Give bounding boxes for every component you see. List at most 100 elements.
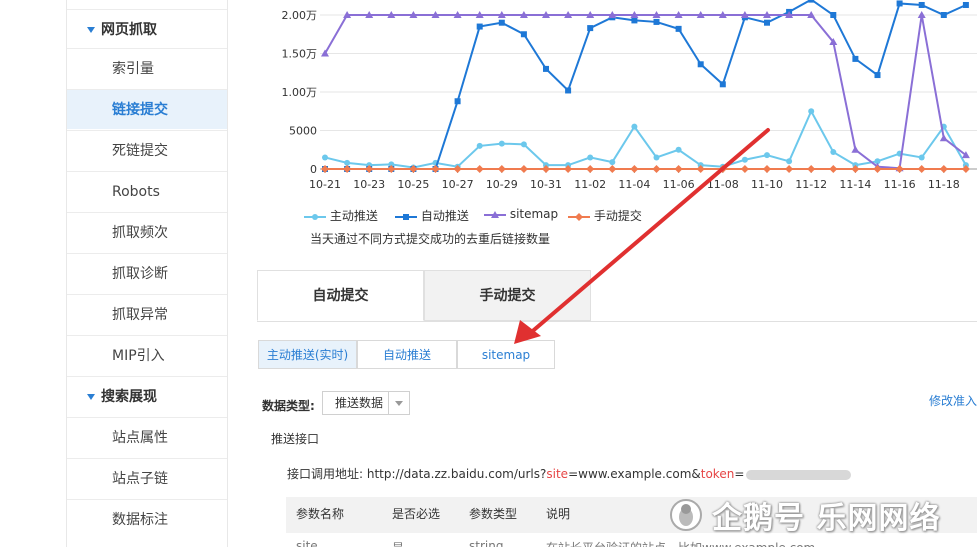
cell-param-name: site xyxy=(296,539,318,547)
legend-symbol xyxy=(484,210,506,218)
data-point xyxy=(675,146,682,153)
legend-item[interactable]: sitemap xyxy=(484,207,558,221)
data-point xyxy=(785,165,794,173)
data-point xyxy=(520,141,527,148)
data-point xyxy=(786,158,793,165)
sidebar-item[interactable]: 抓取诊断 xyxy=(67,253,227,293)
sidebar-item[interactable]: 数据标注 xyxy=(67,499,227,539)
data-point xyxy=(586,165,595,173)
data-point xyxy=(675,25,682,32)
legend-symbol xyxy=(395,213,417,220)
sidebar-item[interactable]: 死链提交 xyxy=(67,130,227,170)
x-tick-label: 11-06 xyxy=(663,178,695,191)
sidebar-item[interactable]: 站点子链 xyxy=(67,458,227,498)
data-type-value: 推送数据 xyxy=(335,396,384,410)
data-point xyxy=(940,12,947,18)
data-point xyxy=(476,23,483,30)
data-point xyxy=(852,55,859,62)
data-point xyxy=(874,72,881,79)
tab-auto-submit[interactable]: 自动提交 xyxy=(257,270,424,321)
data-point xyxy=(476,142,483,149)
caret-down-icon xyxy=(87,394,95,400)
chevron-down-icon xyxy=(388,392,409,414)
data-point xyxy=(763,165,771,173)
sidebar: 网页抓取索引量链接提交死链提交 Robots 抓取频次 抓取诊断抓取异常 MIP引入搜索… xyxy=(66,0,228,547)
legend-item[interactable]: 手动提交 xyxy=(568,207,642,224)
subtab-sitemap[interactable]: sitemap xyxy=(457,340,555,369)
legend-item[interactable]: 自动推送 xyxy=(395,207,469,224)
sidebar-item-label: 死链提交 xyxy=(112,143,168,159)
data-point xyxy=(543,65,549,72)
sidebar-item-label: MIP引入 xyxy=(112,348,165,364)
data-point xyxy=(764,19,770,26)
sidebar-item-label: 网页抓取 xyxy=(101,22,157,38)
data-point xyxy=(719,81,726,88)
col-description: 说明 xyxy=(546,507,571,521)
x-tick-label: 11-14 xyxy=(839,178,871,191)
y-tick-label: 5000 xyxy=(289,125,317,138)
data-point xyxy=(609,159,616,166)
sidebar-item[interactable]: 抓取异常 xyxy=(67,294,227,334)
legend-label: 自动推送 xyxy=(417,209,469,223)
data-point xyxy=(344,159,351,166)
data-point xyxy=(917,165,926,173)
legend-symbol xyxy=(568,212,590,221)
data-point xyxy=(653,154,660,161)
sidebar-item[interactable]: 抓取频次 xyxy=(67,212,227,252)
data-point xyxy=(830,12,837,18)
cell-required: 是 xyxy=(392,539,404,547)
sidebar-item-label: 抓取异常 xyxy=(112,307,168,323)
push-api-title: 推送接口 xyxy=(271,432,320,446)
legend-label: 主动推送 xyxy=(326,209,378,223)
y-tick-label: 1.50万 xyxy=(282,48,318,61)
x-tick-label: 11-08 xyxy=(707,178,739,191)
sidebar-item-label: 索引量 xyxy=(112,61,154,77)
data-point xyxy=(939,134,948,142)
sidebar-item[interactable]: Robots xyxy=(67,171,227,211)
sidebar-item[interactable]: MIP引入 xyxy=(67,335,227,375)
data-type-select[interactable]: 推送数据 xyxy=(322,391,410,415)
col-required: 是否必选 xyxy=(392,507,441,521)
data-point xyxy=(697,61,704,68)
submission-line-chart: 0 5000 1.00万 1.50万 2.00万 10-21 10-23 10-25 10-27… xyxy=(282,0,977,191)
data-type-label: 数据类型: xyxy=(262,399,315,413)
data-point xyxy=(652,165,661,173)
x-tick-label: 11-16 xyxy=(884,178,916,191)
cell-param-type: string xyxy=(469,539,504,547)
data-point xyxy=(519,165,528,173)
data-point xyxy=(895,165,904,173)
sidebar-item[interactable]: 索引量 xyxy=(67,48,227,88)
legend-item[interactable]: 主动推送 xyxy=(304,207,378,224)
sidebar-section[interactable]: 搜索展现 xyxy=(67,376,227,416)
data-point xyxy=(674,165,683,173)
tab-bar: 自动提交 手动提交 xyxy=(257,270,977,322)
sidebar-item[interactable]: 链接提交 xyxy=(67,89,227,129)
subtab-auto-push[interactable]: 自动推送 xyxy=(357,340,457,369)
sidebar-item[interactable]: 站点属性 xyxy=(67,417,227,457)
api-site-value: =www.example.com& xyxy=(568,467,701,481)
x-tick-label: 11-18 xyxy=(928,178,960,191)
data-point xyxy=(829,165,838,173)
sidebar-item-label: Robots xyxy=(112,184,160,200)
chart-caption: 当天通过不同方式提交成功的去重后链接数量 xyxy=(310,232,551,246)
data-point xyxy=(740,165,749,173)
sidebar-section[interactable]: 网页抓取 xyxy=(67,9,227,49)
data-point xyxy=(962,1,969,8)
subtab-active-push[interactable]: 主动推送(实时) xyxy=(258,340,357,369)
x-tick-label: 10-31 xyxy=(530,178,562,191)
data-point xyxy=(653,18,660,25)
caret-down-icon xyxy=(87,27,95,33)
edit-access-link[interactable]: 修改准入 xyxy=(929,392,977,409)
watermark-text: 企鹅号 乐网网络 xyxy=(712,501,941,536)
data-point xyxy=(497,165,506,173)
data-point xyxy=(608,165,617,173)
sidebar-item-label: 链接提交 xyxy=(112,102,168,118)
data-point xyxy=(918,154,925,161)
legend-label: 手动提交 xyxy=(590,209,642,223)
tab-manual-submit[interactable]: 手动提交 xyxy=(424,270,591,321)
col-param-name: 参数名称 xyxy=(296,507,345,521)
sidebar-item-label: 站点子链 xyxy=(112,471,168,487)
data-point xyxy=(808,108,815,115)
x-tick-label: 10-27 xyxy=(442,178,474,191)
sidebar-item-label: 搜索展现 xyxy=(101,389,157,405)
